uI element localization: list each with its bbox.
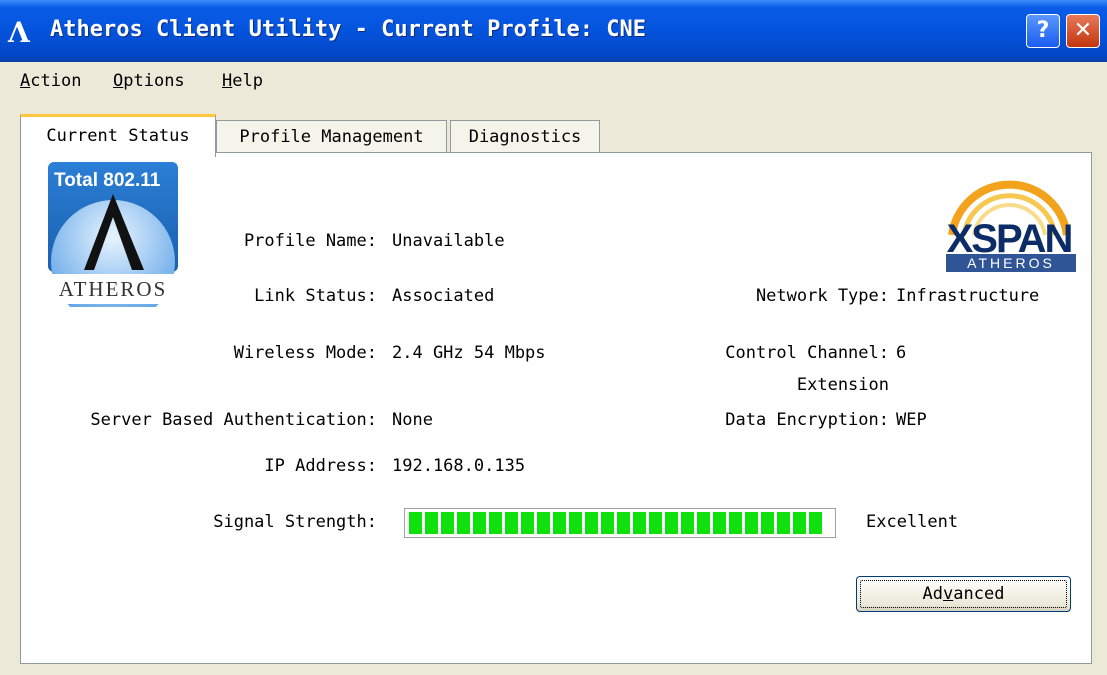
link-status-label: Link Status:: [254, 286, 377, 306]
extension-label: Extension: [796, 375, 889, 395]
signal-segment: [521, 512, 534, 534]
tab-current-status[interactable]: Current Status: [20, 114, 216, 157]
signal-segment: [537, 512, 550, 534]
signal-segment: [665, 512, 678, 534]
signal-segment: [457, 512, 470, 534]
close-button[interactable]: ✕: [1066, 14, 1100, 48]
xspan-logo-sub-text: ATHEROS: [967, 255, 1055, 271]
menu-help-mnemonic: H: [222, 71, 233, 91]
signal-segment: [729, 512, 742, 534]
profile-name-value: Unavailable: [392, 231, 505, 251]
wireless-mode-label: Wireless Mode:: [233, 343, 377, 363]
menu-options-rest: ptions: [123, 71, 185, 91]
tab-profile-management[interactable]: Profile Management: [216, 120, 447, 153]
ip-address-value: 192.168.0.135: [392, 456, 526, 476]
tab-diagnostics[interactable]: Diagnostics: [450, 120, 600, 153]
signal-segment: [553, 512, 566, 534]
signal-segment: [777, 512, 790, 534]
atheros-logo-top-text: Total 802.11: [54, 170, 161, 191]
menu-action[interactable]: Action: [20, 71, 81, 91]
signal-segment: [473, 512, 486, 534]
atheros-logo: Total 802.11 ATHEROS: [48, 162, 178, 307]
signal-segment: [617, 512, 630, 534]
menu-action-rest: ction: [30, 71, 82, 91]
menu-help[interactable]: Help: [222, 71, 263, 91]
signal-segment: [697, 512, 710, 534]
data-encryption-label: Data Encryption:: [725, 410, 889, 430]
data-encryption-value: WEP: [896, 410, 927, 430]
menu-action-mnemonic: A: [20, 71, 31, 91]
signal-segment: [425, 512, 438, 534]
server-auth-label: Server Based Authentication:: [90, 410, 377, 430]
signal-segment: [649, 512, 662, 534]
signal-segment: [441, 512, 454, 534]
signal-strength-label: Signal Strength:: [213, 512, 377, 532]
advanced-button[interactable]: Advanced: [856, 576, 1071, 612]
network-type-value: Infrastructure: [896, 286, 1040, 306]
signal-segment: [761, 512, 774, 534]
link-status-value: Associated: [392, 286, 495, 306]
ip-address-label: IP Address:: [264, 456, 377, 476]
server-auth-value: None: [392, 410, 433, 430]
signal-segment: [569, 512, 582, 534]
signal-segment: [601, 512, 614, 534]
menu-help-rest: elp: [232, 71, 263, 91]
control-channel-value: 6: [896, 343, 907, 363]
signal-strength-bar: [404, 508, 836, 538]
signal-segment: [681, 512, 694, 534]
signal-segment: [793, 512, 806, 534]
signal-segment: [633, 512, 646, 534]
signal-segment: [409, 512, 422, 534]
signal-segment: [809, 512, 822, 534]
wireless-mode-value: 2.4 GHz 54 Mbps: [392, 343, 546, 363]
signal-segment: [745, 512, 758, 534]
signal-segment: [505, 512, 518, 534]
control-channel-label: Control Channel:: [725, 343, 889, 363]
network-type-label: Network Type:: [755, 286, 889, 306]
atheros-logo-bottom-text: ATHEROS: [59, 277, 168, 301]
window-title: Atheros Client Utility - Current Profile…: [50, 17, 647, 42]
signal-segment: [489, 512, 502, 534]
atheros-a-icon: Λ: [8, 16, 30, 49]
title-bar: Λ Atheros Client Utility - Current Profi…: [0, 0, 1107, 62]
profile-name-label: Profile Name:: [243, 231, 377, 251]
help-button[interactable]: ?: [1026, 14, 1060, 48]
menu-options[interactable]: Options: [113, 71, 185, 91]
signal-segment: [585, 512, 598, 534]
signal-strength-value: Excellent: [866, 512, 959, 532]
menu-options-mnemonic: O: [113, 71, 124, 91]
signal-segment: [713, 512, 726, 534]
xspan-logo: XSPAN ATHEROS: [946, 180, 1076, 272]
advanced-button-focus-ring: [860, 580, 1067, 608]
